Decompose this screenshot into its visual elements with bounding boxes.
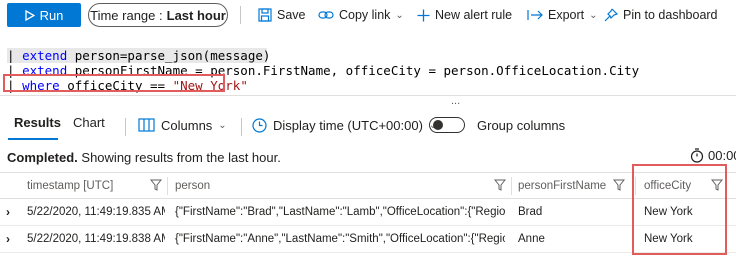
table-row[interactable]: › 5/22/2020, 11:49:19.835 AM {"FirstName… <box>0 199 736 226</box>
plus-icon <box>417 9 430 21</box>
export-label: Export <box>548 8 585 22</box>
new-alert-rule-label: New alert rule <box>435 8 513 22</box>
export-button[interactable]: Export ⌄ <box>527 3 598 27</box>
expand-row-icon[interactable]: › <box>6 226 10 252</box>
stopwatch-icon <box>690 148 704 163</box>
display-time-label: Display time (UTC+00:00) <box>273 117 423 133</box>
time-range-label: Time range : <box>90 7 163 23</box>
time-range-picker[interactable]: Time range : Last hour <box>88 3 228 27</box>
query-duration: 00:00 <box>690 148 736 163</box>
table-row[interactable]: › 5/22/2020, 11:49:19.838 AM {"FirstName… <box>0 226 736 253</box>
status-completed: Completed. <box>7 150 78 165</box>
save-button[interactable]: Save <box>258 3 306 27</box>
columns-icon <box>138 118 155 132</box>
save-label: Save <box>277 8 306 22</box>
tab-chart[interactable]: Chart <box>73 115 105 130</box>
clock-icon <box>252 117 267 133</box>
group-columns-label: Group columns <box>477 117 566 133</box>
results-grid: timestamp [UTC] person personFirstName o… <box>0 172 736 260</box>
chevron-down-icon: ⌄ <box>395 9 404 21</box>
copy-link-label: Copy link <box>339 8 391 22</box>
column-divider[interactable] <box>511 177 512 195</box>
toggle-switch[interactable] <box>429 117 465 133</box>
extend-keyword: extend <box>22 48 68 63</box>
cell-personfirstname: Brad <box>518 206 543 218</box>
column-header-person[interactable]: person <box>175 173 210 199</box>
query-status: Completed. Showing results from the last… <box>7 150 281 165</box>
save-icon <box>258 8 272 22</box>
time-range-value: Last hour <box>166 7 226 23</box>
columns-label: Columns <box>161 117 213 133</box>
tabs-divider <box>125 118 126 136</box>
toolbar-divider <box>240 6 241 24</box>
filter-icon[interactable] <box>494 179 506 191</box>
chevron-down-icon: ⌄ <box>218 119 227 131</box>
columns-button[interactable]: Columns ⌄ <box>138 114 227 136</box>
expand-row-icon[interactable]: › <box>6 199 10 225</box>
run-button[interactable]: Run <box>7 3 81 27</box>
run-button-label: Run <box>39 7 64 23</box>
filter-icon[interactable] <box>150 179 162 191</box>
status-text: Showing results from the last hour. <box>77 150 281 165</box>
column-header-personfirstname[interactable]: personFirstName <box>518 173 606 199</box>
officecity-column-highlight <box>632 164 727 255</box>
copy-link-button[interactable]: Copy link ⌄ <box>318 3 404 27</box>
chevron-down-icon: ⌄ <box>589 9 598 21</box>
where-clause-highlight <box>3 74 225 92</box>
query-toolbar: Run Time range : Last hour Save Copy lin… <box>0 0 736 30</box>
pin-to-dashboard-button[interactable]: Pin to dashboard <box>604 3 718 27</box>
grid-header: timestamp [UTC] person personFirstName o… <box>0 172 736 199</box>
duration-value: 00:00 <box>708 148 736 163</box>
editor-resize-divider[interactable] <box>0 95 736 96</box>
export-icon <box>527 10 543 20</box>
tab-results[interactable]: Results <box>14 115 61 130</box>
display-time-button[interactable]: Display time (UTC+00:00) ⌄ <box>252 114 437 136</box>
filter-icon[interactable] <box>613 179 625 191</box>
cell-person: {"FirstName":"Anne","LastName":"Smith","… <box>175 233 505 245</box>
play-icon <box>24 9 35 21</box>
resize-handle[interactable]: ... <box>451 96 460 107</box>
tabs-divider <box>241 118 242 136</box>
column-header-timestamp[interactable]: timestamp [UTC] <box>27 173 113 199</box>
pin-label: Pin to dashboard <box>623 8 718 22</box>
cell-person: {"FirstName":"Brad","LastName":"Lamb","O… <box>175 206 505 218</box>
query-line-1: traces <box>7 33 82 63</box>
cell-timestamp: 5/22/2020, 11:49:19.835 AM <box>27 206 165 218</box>
query-line-2: | extend person=parse_json(message) <box>7 48 271 63</box>
results-tabs: Results Chart Columns ⌄ Display time (UT… <box>0 109 736 141</box>
active-tab-indicator <box>8 138 58 140</box>
query-text: person=parse_json(message) <box>67 48 271 63</box>
pipe-symbol: | <box>7 48 15 63</box>
new-alert-rule-button[interactable]: New alert rule <box>417 3 512 27</box>
link-icon <box>318 11 334 19</box>
column-divider[interactable] <box>167 177 168 195</box>
group-columns-toggle[interactable]: Group columns <box>429 114 565 136</box>
cell-timestamp: 5/22/2020, 11:49:19.838 AM <box>27 233 165 245</box>
cell-personfirstname: Anne <box>518 233 545 245</box>
pin-icon <box>604 8 618 22</box>
